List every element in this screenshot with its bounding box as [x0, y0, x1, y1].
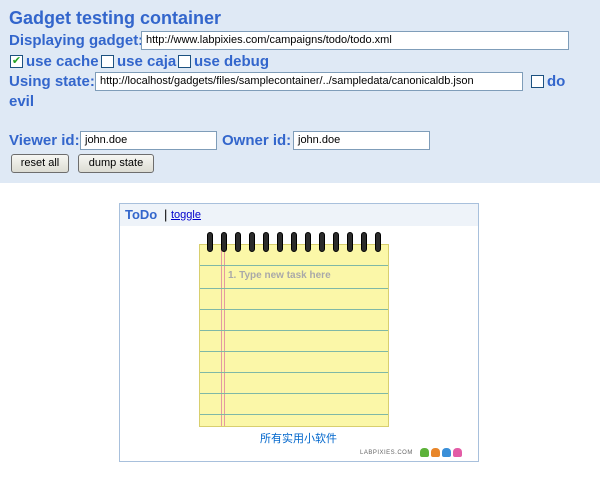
notepad-rule-line — [200, 393, 388, 394]
spiral-ring-icon — [235, 232, 241, 252]
owner-id-input[interactable]: john.doe — [293, 131, 430, 150]
use-caja-label: use caja — [117, 53, 177, 70]
spiral-ring-icon — [305, 232, 311, 252]
use-cache-label: use cache — [26, 53, 99, 70]
viewer-id-label: Viewer id: — [9, 132, 80, 149]
use-debug-checkbox[interactable] — [178, 55, 191, 68]
mascot-orange-icon — [431, 448, 440, 457]
todo-gadget: ToDo | toggle 1. Type new task here 所有实用… — [119, 203, 479, 462]
state-url-input[interactable]: http://localhost/gadgets/files/samplecon… — [95, 72, 523, 91]
title-separator: | — [164, 207, 168, 222]
gadget-url-input[interactable]: http://www.labpixies.com/campaigns/todo/… — [141, 31, 569, 50]
notepad-rule-line — [200, 330, 388, 331]
use-debug-label: use debug — [194, 53, 270, 70]
spiral-ring-icon — [221, 232, 227, 252]
spiral-ring-icon — [291, 232, 297, 252]
use-caja-checkbox[interactable] — [101, 55, 114, 68]
displaying-gadget-label: Displaying gadget: — [9, 32, 144, 49]
notepad-margin-line — [224, 245, 225, 426]
mascot-green-icon — [420, 448, 429, 457]
notepad-rule-line — [200, 351, 388, 352]
spiral-ring-icon — [375, 232, 381, 252]
gadget-header: ToDo | toggle — [120, 204, 478, 226]
spiral-ring-icon — [333, 232, 339, 252]
page-title: Gadget testing container — [9, 8, 222, 28]
do-evil-checkbox[interactable] — [531, 75, 544, 88]
viewer-id-input[interactable]: john.doe — [80, 131, 217, 150]
mascot-blue-icon — [442, 448, 451, 457]
spiral-ring-icon — [249, 232, 255, 252]
toggle-link[interactable]: toggle — [171, 209, 201, 221]
spiral-ring-icon — [319, 232, 325, 252]
notepad-rule-line — [200, 288, 388, 289]
notepad-rule-line — [200, 309, 388, 310]
spiral-ring-icon — [263, 232, 269, 252]
spiral-ring-icon — [207, 232, 213, 252]
mascot-pink-icon — [453, 448, 462, 457]
notepad-margin-line — [221, 245, 222, 426]
spiral-ring-icon — [361, 232, 367, 252]
notepad-rule-line — [200, 414, 388, 415]
all-gadgets-link[interactable]: 所有实用小软件 — [260, 430, 337, 446]
reset-all-button[interactable]: reset all — [11, 154, 69, 173]
gadget-title: ToDo — [125, 207, 158, 222]
notepad-rule-line — [200, 372, 388, 373]
labpixies-logo[interactable]: LABPIXIES.COM — [360, 450, 413, 456]
new-task-input[interactable]: 1. Type new task here — [228, 270, 331, 281]
dump-state-button[interactable]: dump state — [78, 154, 154, 173]
notepad-rule-line — [200, 265, 388, 266]
spiral-ring-icon — [347, 232, 353, 252]
use-cache-checkbox[interactable]: ✔ — [10, 55, 23, 68]
do-evil-label-line2: evil — [9, 93, 35, 110]
gadget-settings-panel: Gadget testing container Displaying gadg… — [0, 0, 600, 183]
do-evil-label-line1: do — [547, 73, 566, 90]
using-state-label: Using state: — [9, 73, 95, 90]
owner-id-label: Owner id: — [222, 132, 292, 149]
spiral-ring-icon — [277, 232, 283, 252]
